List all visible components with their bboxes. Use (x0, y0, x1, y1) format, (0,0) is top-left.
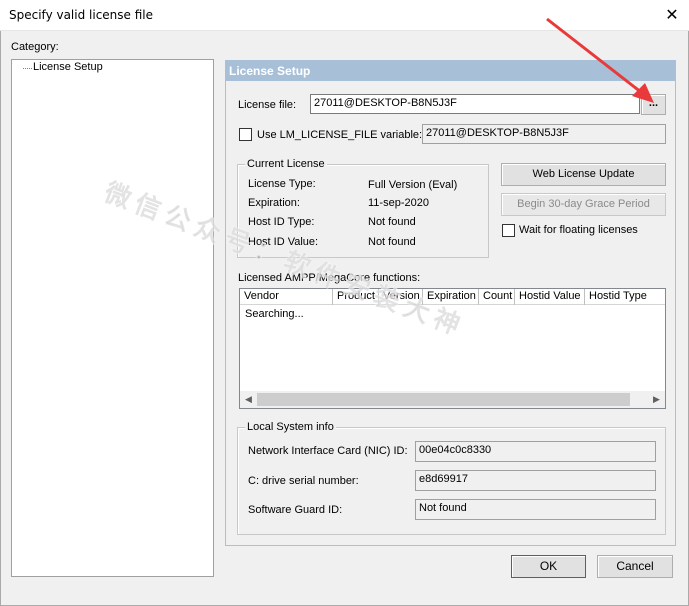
ok-button[interactable]: OK (511, 555, 586, 578)
functions-label: Licensed AMPP/MegaCore functions: (238, 272, 421, 284)
use-lm-value: 27011@DESKTOP-B8N5J3F (422, 124, 666, 144)
license-type-label: License Type: (248, 178, 316, 190)
license-type-value: Full Version (Eval) (368, 179, 458, 191)
tree-connector (23, 68, 32, 69)
column-hostid-value[interactable]: Hostid Value (515, 289, 585, 305)
panel-header: License Setup (226, 61, 675, 81)
host-id-value-value: Not found (368, 236, 416, 248)
license-file-label: License file: (238, 99, 297, 111)
guard-id-label: Software Guard ID: (248, 504, 343, 516)
expiration-label: Expiration: (248, 197, 300, 209)
use-lm-label: Use LM_LICENSE_FILE variable: (257, 129, 423, 141)
scroll-left-icon[interactable]: ◀ (241, 392, 256, 407)
wait-floating-checkbox[interactable] (502, 224, 515, 237)
local-system-title: Local System info (245, 421, 336, 433)
cancel-button[interactable]: Cancel (597, 555, 673, 578)
host-id-value-label: Host ID Value: (248, 236, 319, 248)
wait-floating-label: Wait for floating licenses (519, 224, 638, 236)
drive-serial-label: C: drive serial number: (248, 475, 359, 487)
drive-serial-value: e8d69917 (415, 470, 656, 491)
tree-item-license-setup[interactable]: License Setup (33, 61, 103, 73)
column-vendor[interactable]: Vendor (240, 289, 333, 305)
scroll-right-icon[interactable]: ▶ (649, 392, 664, 407)
browse-button[interactable]: ... (641, 94, 666, 115)
close-icon[interactable]: ✕ (660, 4, 684, 26)
scrollbar-thumb[interactable] (257, 393, 630, 406)
expiration-value: 11-sep-2020 (368, 197, 429, 209)
nic-value: 00e04c0c8330 (415, 441, 656, 462)
host-id-type-value: Not found (368, 216, 416, 228)
functions-header: Vendor Product Version Expiration Count … (240, 289, 665, 305)
column-count[interactable]: Count (479, 289, 515, 305)
host-id-type-label: Host ID Type: (248, 216, 315, 228)
list-item: Searching... (245, 308, 304, 320)
title-bar: Specify valid license file ✕ (0, 0, 689, 31)
use-lm-checkbox[interactable] (239, 128, 252, 141)
horizontal-scrollbar[interactable]: ◀ ▶ (240, 391, 665, 408)
current-license-title: Current License (245, 158, 327, 170)
column-expiration[interactable]: Expiration (423, 289, 479, 305)
column-version[interactable]: Version (379, 289, 423, 305)
column-hostid-type[interactable]: Hostid Type (585, 289, 665, 305)
category-label: Category: (11, 41, 59, 53)
nic-label: Network Interface Card (NIC) ID: (248, 445, 408, 457)
license-file-input[interactable]: 27011@DESKTOP-B8N5J3F (310, 94, 640, 114)
web-license-update-button[interactable]: Web License Update (501, 163, 666, 186)
functions-list[interactable]: Vendor Product Version Expiration Count … (239, 288, 666, 409)
license-setup-panel: License Setup License file: 27011@DESKTO… (225, 60, 676, 546)
window-title: Specify valid license file (9, 8, 154, 22)
column-product[interactable]: Product (333, 289, 379, 305)
category-tree[interactable]: License Setup (11, 59, 214, 577)
grace-period-button[interactable]: Begin 30-day Grace Period (501, 193, 666, 216)
guard-id-value: Not found (415, 499, 656, 520)
